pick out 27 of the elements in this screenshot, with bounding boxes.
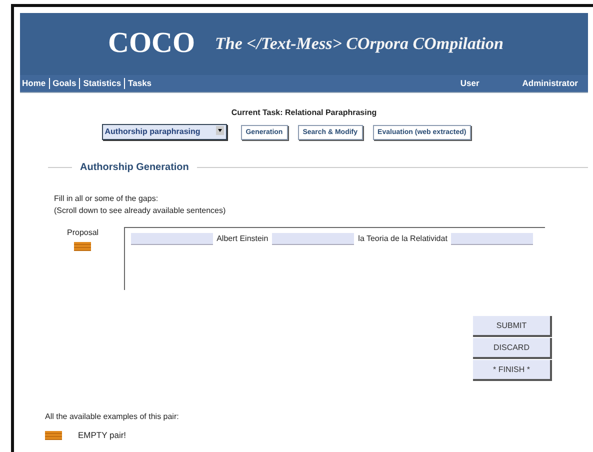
sentence-text: la Teoria de la Relatividat: [358, 234, 448, 243]
gap-field[interactable]: [130, 232, 213, 245]
stack-icon: [45, 430, 62, 440]
stack-icon: [74, 242, 92, 251]
current-task-title: Current Task: Relational Paraphrasing: [230, 107, 378, 119]
proposal-label: Proposal: [67, 227, 99, 239]
action-button[interactable]: DISCARD: [473, 338, 552, 359]
sentence-text: Albert Einstein: [216, 234, 268, 243]
task-dropdown[interactable]: Authorship paraphrasing: [102, 124, 227, 140]
section-legend: Authorship Generation: [72, 160, 197, 175]
gap-field[interactable]: [451, 232, 534, 245]
action-button[interactable]: * FINISH *: [473, 360, 552, 381]
nav-link[interactable]: Statistics: [83, 77, 122, 90]
example-text: EMPTY pair!: [78, 429, 126, 442]
nav-link[interactable]: Tasks: [128, 77, 152, 90]
dropdown-arrow-icon: [216, 126, 224, 135]
gap-field[interactable]: [272, 232, 354, 245]
examples-heading: All the available examples of this pair:: [45, 411, 180, 423]
nav-link[interactable]: Goals: [52, 77, 76, 90]
nav-link[interactable]: Home: [22, 77, 46, 90]
action-button[interactable]: SUBMIT: [473, 316, 552, 337]
logo-text: COCO: [108, 26, 195, 62]
instruction-text: Fill in all or some of the gaps:: [54, 193, 160, 205]
user-name: Administrator: [522, 77, 578, 90]
user-label: User: [460, 77, 480, 90]
site-subtitle: The </Text-Mess> COrpora COmpilation: [215, 33, 504, 56]
instruction-text: (Scroll down to see already available sentences): [54, 205, 227, 217]
